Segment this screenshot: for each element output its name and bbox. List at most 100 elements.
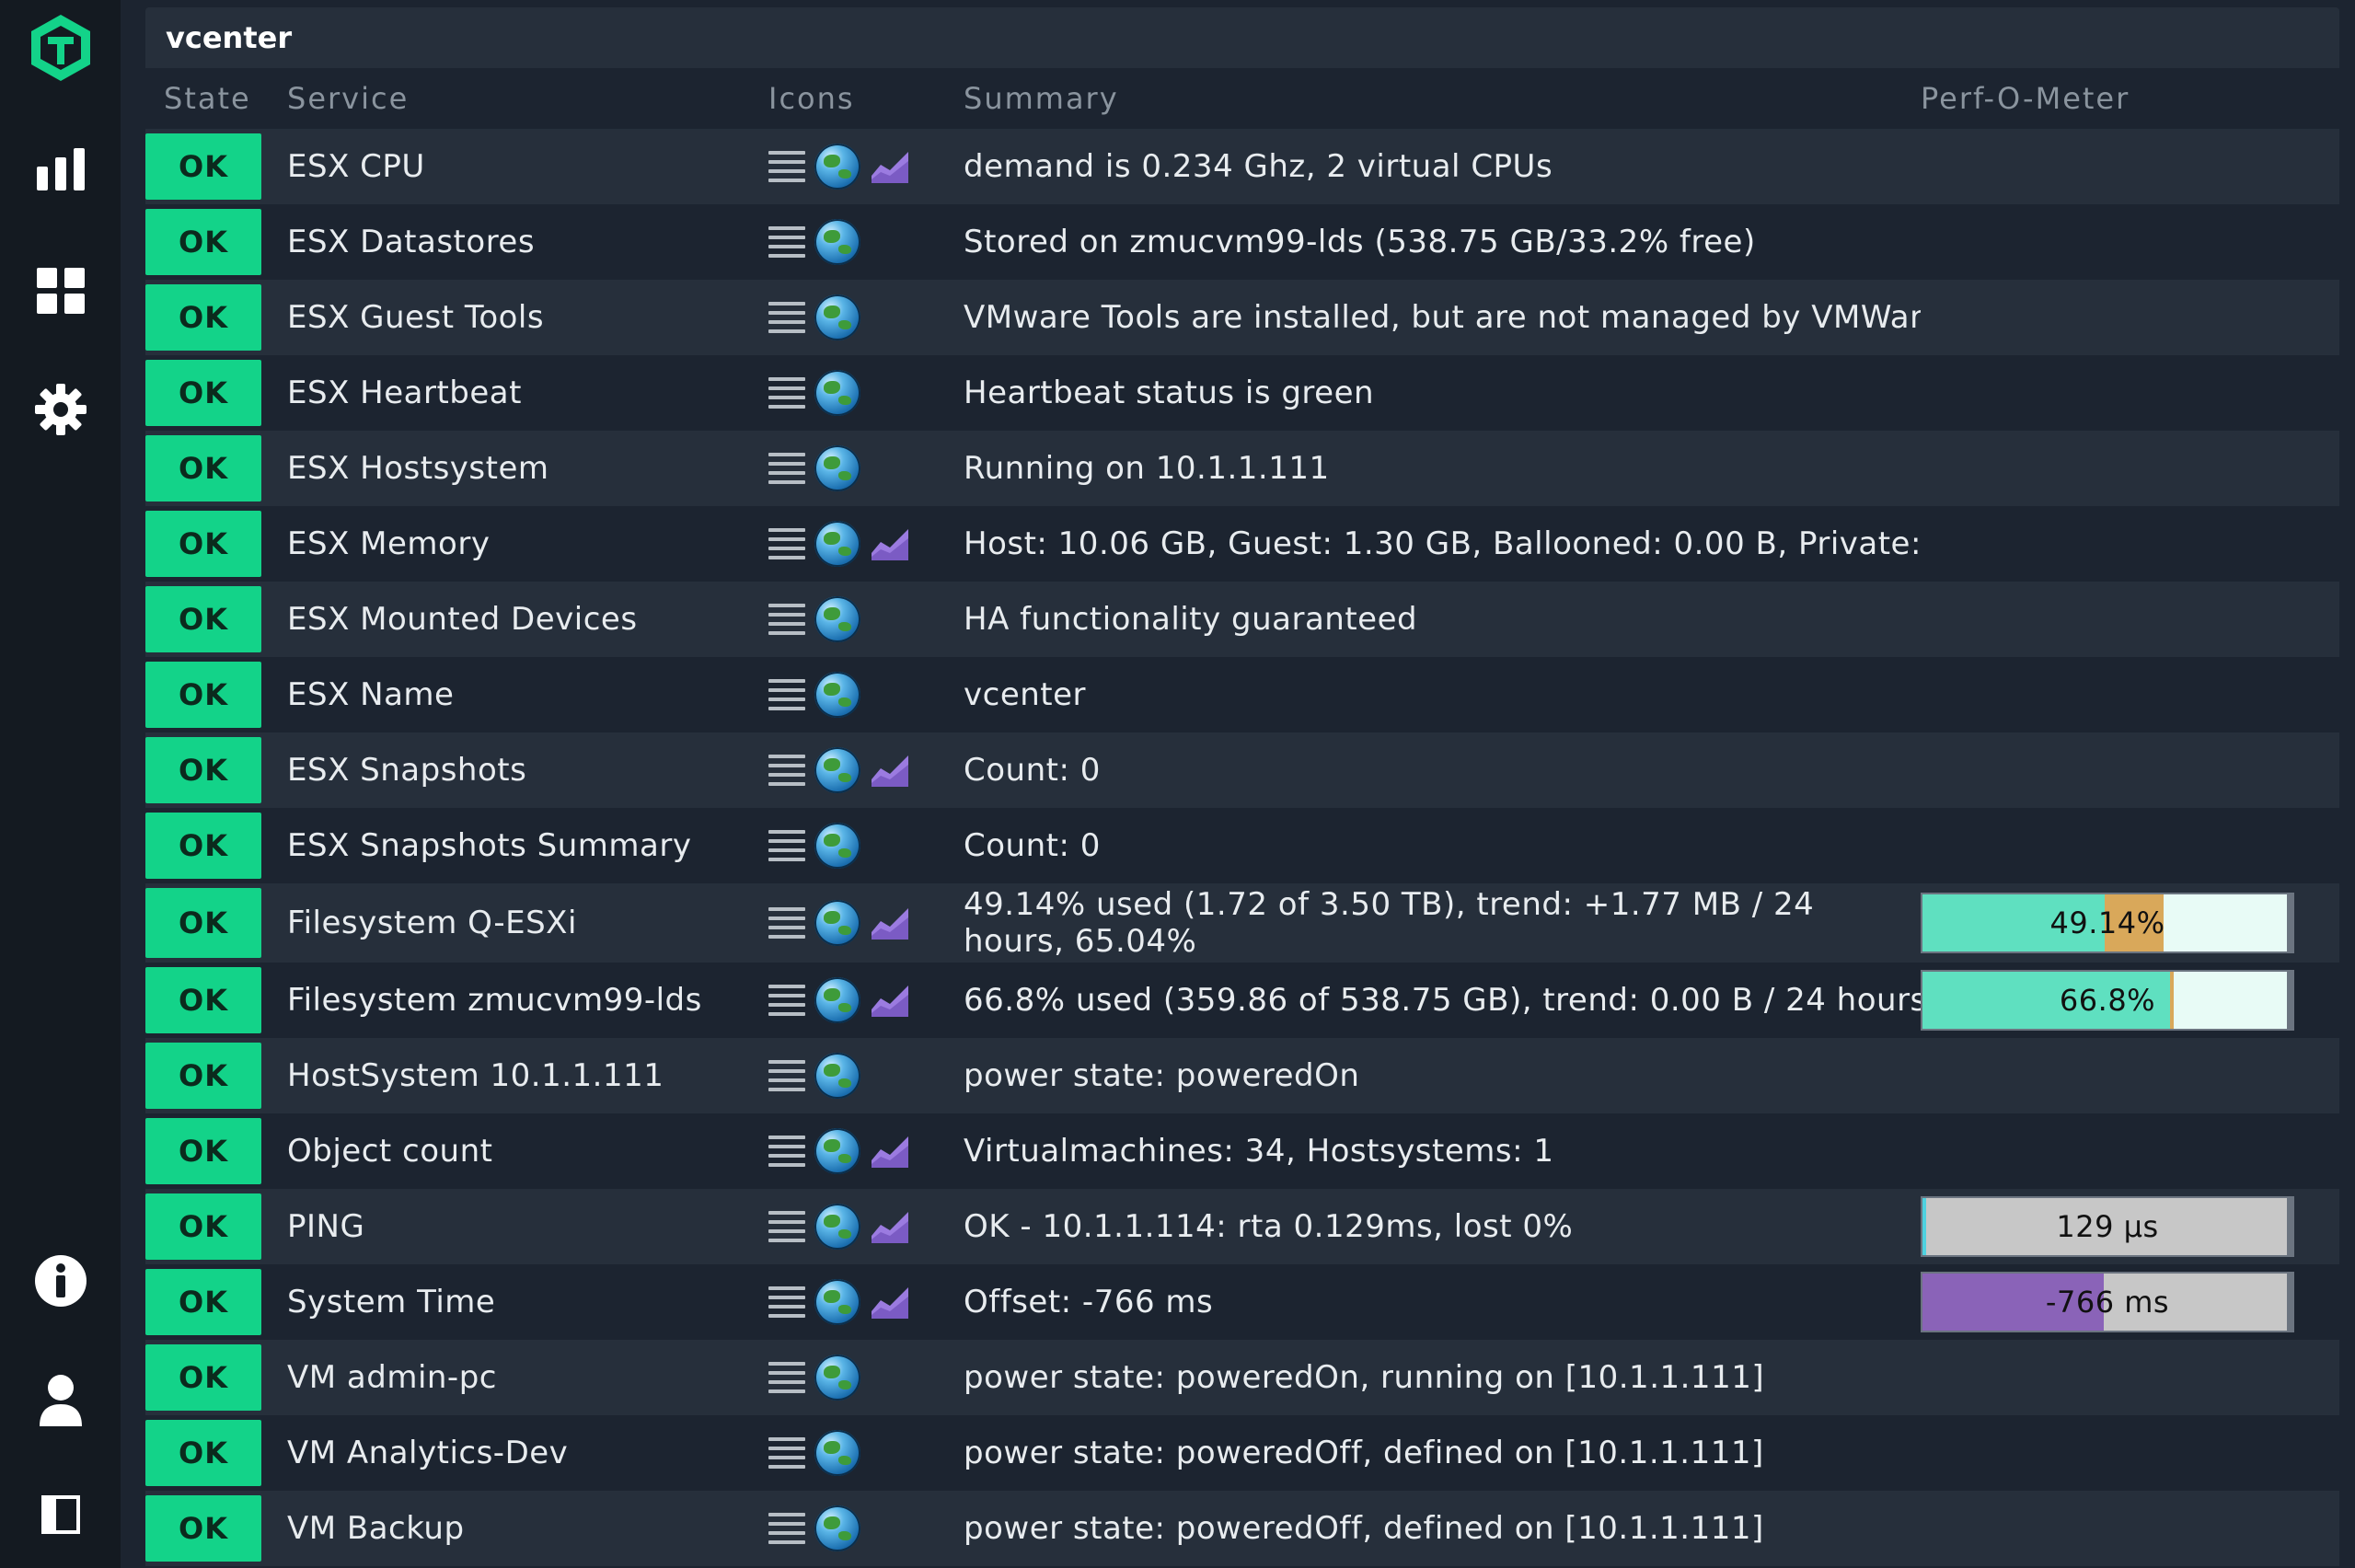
- action-menu-icon[interactable]: [768, 302, 805, 333]
- state-badge[interactable]: OK: [145, 1495, 261, 1562]
- gear-icon[interactable]: [0, 381, 121, 438]
- column-header-service[interactable]: Service: [265, 81, 763, 116]
- globe-icon[interactable]: [814, 823, 860, 869]
- graph-icon[interactable]: [870, 905, 910, 941]
- globe-icon[interactable]: [814, 370, 860, 416]
- state-badge[interactable]: OK: [145, 888, 261, 958]
- user-icon[interactable]: [0, 1371, 121, 1430]
- state-badge[interactable]: OK: [145, 133, 261, 200]
- state-badge[interactable]: OK: [145, 967, 261, 1033]
- state-badge[interactable]: OK: [145, 737, 261, 803]
- service-name-link[interactable]: VM Analytics-Dev: [265, 1435, 763, 1471]
- perf-o-meter[interactable]: -766 ms: [1921, 1272, 2294, 1332]
- graph-icon[interactable]: [870, 525, 910, 562]
- state-badge[interactable]: OK: [145, 1269, 261, 1335]
- service-name-link[interactable]: HostSystem 10.1.1.111: [265, 1057, 763, 1094]
- globe-icon[interactable]: [814, 521, 860, 567]
- service-name-link[interactable]: ESX Mounted Devices: [265, 601, 763, 638]
- dashboard-grid-icon[interactable]: [0, 265, 121, 317]
- state-badge[interactable]: OK: [145, 1420, 261, 1486]
- globe-icon[interactable]: [814, 1505, 860, 1551]
- info-icon[interactable]: [0, 1253, 121, 1309]
- graph-icon[interactable]: [870, 752, 910, 789]
- action-menu-icon[interactable]: [768, 1513, 805, 1544]
- graph-icon[interactable]: [870, 1133, 910, 1170]
- perf-o-meter[interactable]: 49.14%: [1921, 893, 2294, 953]
- globe-icon[interactable]: [814, 294, 860, 340]
- action-menu-icon[interactable]: [768, 1211, 805, 1242]
- action-menu-icon[interactable]: [768, 604, 805, 635]
- service-name-link[interactable]: ESX Heartbeat: [265, 375, 763, 411]
- globe-icon[interactable]: [814, 596, 860, 642]
- service-name-link[interactable]: ESX Memory: [265, 525, 763, 562]
- service-name-link[interactable]: PING: [265, 1208, 763, 1245]
- perf-o-meter[interactable]: 66.8%: [1921, 970, 2294, 1031]
- globe-icon[interactable]: [814, 672, 860, 718]
- globe-icon[interactable]: [814, 445, 860, 491]
- action-menu-icon[interactable]: [768, 226, 805, 258]
- column-header-perf-o-meter[interactable]: Perf-O-Meter: [1921, 81, 2339, 116]
- service-name-link[interactable]: Object count: [265, 1133, 763, 1170]
- sidebar-toggle-icon[interactable]: [0, 1489, 121, 1540]
- action-menu-icon[interactable]: [768, 755, 805, 786]
- service-name-link[interactable]: System Time: [265, 1284, 763, 1320]
- graph-icon[interactable]: [870, 148, 910, 185]
- state-badge[interactable]: OK: [145, 435, 261, 502]
- action-menu-icon[interactable]: [768, 453, 805, 484]
- bar-chart-icon[interactable]: [0, 144, 121, 195]
- service-name-link[interactable]: ESX Snapshots Summary: [265, 827, 763, 864]
- service-name-link[interactable]: ESX CPU: [265, 148, 763, 185]
- action-menu-icon[interactable]: [768, 830, 805, 861]
- action-menu-icon[interactable]: [768, 377, 805, 409]
- action-menu-icon[interactable]: [768, 1136, 805, 1167]
- globe-icon[interactable]: [814, 1128, 860, 1174]
- state-badge[interactable]: OK: [145, 1344, 261, 1411]
- globe-icon[interactable]: [814, 219, 860, 265]
- service-name-link[interactable]: VM Backup: [265, 1510, 763, 1547]
- perf-o-meter[interactable]: 129 µs: [1921, 1196, 2294, 1257]
- state-badge[interactable]: OK: [145, 209, 261, 275]
- action-menu-icon[interactable]: [768, 1362, 805, 1393]
- graph-icon[interactable]: [870, 1208, 910, 1245]
- globe-icon[interactable]: [814, 1053, 860, 1099]
- state-badge[interactable]: OK: [145, 1193, 261, 1260]
- globe-icon[interactable]: [814, 747, 860, 793]
- globe-icon[interactable]: [814, 1355, 860, 1401]
- service-name-link[interactable]: VM admin-pc: [265, 1359, 763, 1396]
- state-badge[interactable]: OK: [145, 360, 261, 426]
- column-header-summary[interactable]: Summary: [964, 81, 1921, 116]
- action-menu-icon[interactable]: [768, 528, 805, 559]
- state-badge[interactable]: OK: [145, 1118, 261, 1184]
- action-menu-icon[interactable]: [768, 907, 805, 939]
- checkmk-logo-icon[interactable]: [0, 13, 121, 83]
- globe-icon[interactable]: [814, 1430, 860, 1476]
- action-menu-icon[interactable]: [768, 679, 805, 710]
- action-menu-icon[interactable]: [768, 1437, 805, 1469]
- graph-icon[interactable]: [870, 982, 910, 1019]
- globe-icon[interactable]: [814, 900, 860, 946]
- globe-icon[interactable]: [814, 1204, 860, 1250]
- host-name[interactable]: vcenter: [166, 20, 292, 55]
- state-badge[interactable]: OK: [145, 586, 261, 652]
- state-badge[interactable]: OK: [145, 1043, 261, 1109]
- globe-icon[interactable]: [814, 977, 860, 1023]
- service-name-link[interactable]: ESX Guest Tools: [265, 299, 763, 336]
- graph-icon[interactable]: [870, 1284, 910, 1320]
- state-badge[interactable]: OK: [145, 813, 261, 879]
- action-menu-icon[interactable]: [768, 985, 805, 1016]
- action-menu-icon[interactable]: [768, 1060, 805, 1091]
- state-badge[interactable]: OK: [145, 662, 261, 728]
- action-menu-icon[interactable]: [768, 1286, 805, 1318]
- service-name-link[interactable]: ESX Datastores: [265, 224, 763, 260]
- globe-icon[interactable]: [814, 1279, 860, 1325]
- column-header-state[interactable]: State: [145, 81, 265, 116]
- globe-icon[interactable]: [814, 144, 860, 190]
- service-name-link[interactable]: ESX Hostsystem: [265, 450, 763, 487]
- state-badge[interactable]: OK: [145, 511, 261, 577]
- action-menu-icon[interactable]: [768, 151, 805, 182]
- service-name-link[interactable]: Filesystem zmucvm99-lds: [265, 982, 763, 1019]
- service-name-link[interactable]: ESX Snapshots: [265, 752, 763, 789]
- host-header[interactable]: vcenter: [145, 7, 2339, 68]
- service-name-link[interactable]: ESX Name: [265, 676, 763, 713]
- state-badge[interactable]: OK: [145, 284, 261, 351]
